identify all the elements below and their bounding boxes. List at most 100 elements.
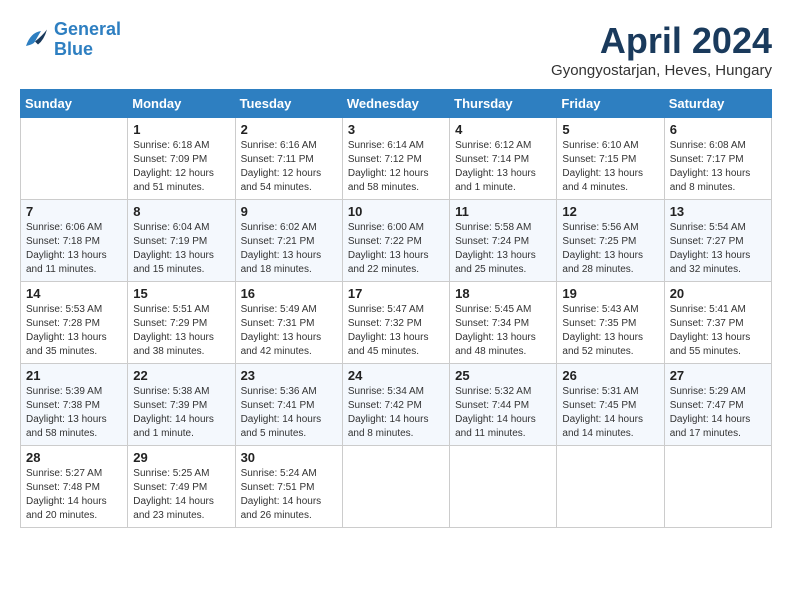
day-info: Sunrise: 5:34 AM Sunset: 7:42 PM Dayligh… <box>348 385 444 441</box>
month-title: April 2024 <box>551 20 772 62</box>
day-info: Sunrise: 5:41 AM Sunset: 7:37 PM Dayligh… <box>670 303 766 359</box>
page-header: General Blue April 2024 Gyongyostarjan, … <box>20 20 772 79</box>
day-info: Sunrise: 5:36 AM Sunset: 7:41 PM Dayligh… <box>241 385 337 441</box>
calendar-cell: 26Sunrise: 5:31 AM Sunset: 7:45 PM Dayli… <box>557 364 664 446</box>
calendar-cell: 1 Sunrise: 6:18 AM Sunset: 7:09 PM Daylig… <box>128 118 235 200</box>
day-info: Sunrise: 6:02 AM Sunset: 7:21 PM Dayligh… <box>241 221 337 277</box>
calendar-cell: 19Sunrise: 5:43 AM Sunset: 7:35 PM Dayli… <box>557 282 664 364</box>
day-number: 28 <box>26 450 122 465</box>
calendar-cell: 12Sunrise: 5:56 AM Sunset: 7:25 PM Dayli… <box>557 200 664 282</box>
day-number: 24 <box>348 368 444 383</box>
calendar-cell: 13Sunrise: 5:54 AM Sunset: 7:27 PM Dayli… <box>664 200 771 282</box>
calendar-cell: 5 Sunrise: 6:10 AM Sunset: 7:15 PM Daylig… <box>557 118 664 200</box>
day-info: Sunrise: 5:54 AM Sunset: 7:27 PM Dayligh… <box>670 221 766 277</box>
weekday-header-saturday: Saturday <box>664 90 771 118</box>
calendar-cell <box>21 118 128 200</box>
day-info: Sunrise: 5:31 AM Sunset: 7:45 PM Dayligh… <box>562 385 658 441</box>
day-number: 25 <box>455 368 551 383</box>
day-number: 23 <box>241 368 337 383</box>
day-info: Sunrise: 5:49 AM Sunset: 7:31 PM Dayligh… <box>241 303 337 359</box>
day-info: Sunrise: 5:58 AM Sunset: 7:24 PM Dayligh… <box>455 221 551 277</box>
weekday-header-thursday: Thursday <box>450 90 557 118</box>
day-number: 14 <box>26 286 122 301</box>
calendar-cell <box>450 446 557 528</box>
weekday-header-friday: Friday <box>557 90 664 118</box>
calendar-week-row: 1 Sunrise: 6:18 AM Sunset: 7:09 PM Daylig… <box>21 118 772 200</box>
day-number: 8 <box>133 204 229 219</box>
weekday-header-monday: Monday <box>128 90 235 118</box>
calendar-cell: 17Sunrise: 5:47 AM Sunset: 7:32 PM Dayli… <box>342 282 449 364</box>
day-info: Sunrise: 5:45 AM Sunset: 7:34 PM Dayligh… <box>455 303 551 359</box>
calendar-cell: 15 Sunrise: 5:51 AM Sunset: 7:29 PM Dayli… <box>128 282 235 364</box>
calendar-cell <box>557 446 664 528</box>
calendar-week-row: 14 Sunrise: 5:53 AM Sunset: 7:28 PM Dayli… <box>21 282 772 364</box>
calendar-cell: 8Sunrise: 6:04 AM Sunset: 7:19 PM Daylig… <box>128 200 235 282</box>
weekday-header-sunday: Sunday <box>21 90 128 118</box>
day-number: 6 <box>670 122 766 137</box>
weekday-header-wednesday: Wednesday <box>342 90 449 118</box>
day-number: 27 <box>670 368 766 383</box>
day-info: Sunrise: 5:39 AM Sunset: 7:38 PM Dayligh… <box>26 385 122 441</box>
calendar-cell: 7Sunrise: 6:06 AM Sunset: 7:18 PM Daylig… <box>21 200 128 282</box>
logo-text: General Blue <box>54 20 121 60</box>
calendar-cell: 22Sunrise: 5:38 AM Sunset: 7:39 PM Dayli… <box>128 364 235 446</box>
day-number: 16 <box>241 286 337 301</box>
logo-bird-icon <box>20 25 50 55</box>
calendar-cell: 10Sunrise: 6:00 AM Sunset: 7:22 PM Dayli… <box>342 200 449 282</box>
day-info: Sunrise: 5:56 AM Sunset: 7:25 PM Dayligh… <box>562 221 658 277</box>
day-number: 30 <box>241 450 337 465</box>
calendar-cell: 9 Sunrise: 6:02 AM Sunset: 7:21 PM Daylig… <box>235 200 342 282</box>
calendar-cell: 21Sunrise: 5:39 AM Sunset: 7:38 PM Dayli… <box>21 364 128 446</box>
calendar-cell: 14 Sunrise: 5:53 AM Sunset: 7:28 PM Dayli… <box>21 282 128 364</box>
location-subtitle: Gyongyostarjan, Heves, Hungary <box>551 62 772 79</box>
calendar-cell: 6 Sunrise: 6:08 AM Sunset: 7:17 PM Daylig… <box>664 118 771 200</box>
calendar-body: 1 Sunrise: 6:18 AM Sunset: 7:09 PM Daylig… <box>21 118 772 528</box>
calendar-cell: 4 Sunrise: 6:12 AM Sunset: 7:14 PM Daylig… <box>450 118 557 200</box>
calendar-cell: 20Sunrise: 5:41 AM Sunset: 7:37 PM Dayli… <box>664 282 771 364</box>
calendar-cell: 25 Sunrise: 5:32 AM Sunset: 7:44 PM Dayli… <box>450 364 557 446</box>
calendar-cell: 3 Sunrise: 6:14 AM Sunset: 7:12 PM Daylig… <box>342 118 449 200</box>
day-number: 15 <box>133 286 229 301</box>
calendar-week-row: 28 Sunrise: 5:27 AM Sunset: 7:48 PM Dayli… <box>21 446 772 528</box>
day-info: Sunrise: 5:47 AM Sunset: 7:32 PM Dayligh… <box>348 303 444 359</box>
day-number: 9 <box>241 204 337 219</box>
day-info: Sunrise: 5:24 AM Sunset: 7:51 PM Dayligh… <box>241 467 337 523</box>
day-info: Sunrise: 5:38 AM Sunset: 7:39 PM Dayligh… <box>133 385 229 441</box>
calendar-week-row: 21Sunrise: 5:39 AM Sunset: 7:38 PM Dayli… <box>21 364 772 446</box>
calendar-table: SundayMondayTuesdayWednesdayThursdayFrid… <box>20 89 772 528</box>
day-info: Sunrise: 5:51 AM Sunset: 7:29 PM Dayligh… <box>133 303 229 359</box>
calendar-week-row: 7Sunrise: 6:06 AM Sunset: 7:18 PM Daylig… <box>21 200 772 282</box>
day-info: Sunrise: 6:18 AM Sunset: 7:09 PM Dayligh… <box>133 139 229 195</box>
day-number: 4 <box>455 122 551 137</box>
calendar-cell: 29Sunrise: 5:25 AM Sunset: 7:49 PM Dayli… <box>128 446 235 528</box>
day-info: Sunrise: 6:12 AM Sunset: 7:14 PM Dayligh… <box>455 139 551 195</box>
day-info: Sunrise: 5:32 AM Sunset: 7:44 PM Dayligh… <box>455 385 551 441</box>
day-number: 1 <box>133 122 229 137</box>
calendar-cell: 18Sunrise: 5:45 AM Sunset: 7:34 PM Dayli… <box>450 282 557 364</box>
calendar-cell: 11 Sunrise: 5:58 AM Sunset: 7:24 PM Dayli… <box>450 200 557 282</box>
day-number: 5 <box>562 122 658 137</box>
day-number: 2 <box>241 122 337 137</box>
day-info: Sunrise: 5:53 AM Sunset: 7:28 PM Dayligh… <box>26 303 122 359</box>
weekday-header-tuesday: Tuesday <box>235 90 342 118</box>
day-number: 3 <box>348 122 444 137</box>
calendar-cell: 27Sunrise: 5:29 AM Sunset: 7:47 PM Dayli… <box>664 364 771 446</box>
day-number: 11 <box>455 204 551 219</box>
calendar-cell: 24 Sunrise: 5:34 AM Sunset: 7:42 PM Dayli… <box>342 364 449 446</box>
day-info: Sunrise: 5:25 AM Sunset: 7:49 PM Dayligh… <box>133 467 229 523</box>
day-info: Sunrise: 5:43 AM Sunset: 7:35 PM Dayligh… <box>562 303 658 359</box>
day-info: Sunrise: 6:10 AM Sunset: 7:15 PM Dayligh… <box>562 139 658 195</box>
day-info: Sunrise: 6:08 AM Sunset: 7:17 PM Dayligh… <box>670 139 766 195</box>
day-info: Sunrise: 6:14 AM Sunset: 7:12 PM Dayligh… <box>348 139 444 195</box>
calendar-cell: 30 Sunrise: 5:24 AM Sunset: 7:51 PM Dayli… <box>235 446 342 528</box>
title-section: April 2024 Gyongyostarjan, Heves, Hungar… <box>551 20 772 79</box>
day-number: 7 <box>26 204 122 219</box>
logo: General Blue <box>20 20 121 60</box>
calendar-cell: 2 Sunrise: 6:16 AM Sunset: 7:11 PM Daylig… <box>235 118 342 200</box>
day-info: Sunrise: 5:27 AM Sunset: 7:48 PM Dayligh… <box>26 467 122 523</box>
day-info: Sunrise: 6:16 AM Sunset: 7:11 PM Dayligh… <box>241 139 337 195</box>
calendar-cell: 23 Sunrise: 5:36 AM Sunset: 7:41 PM Dayli… <box>235 364 342 446</box>
calendar-cell <box>342 446 449 528</box>
day-info: Sunrise: 6:00 AM Sunset: 7:22 PM Dayligh… <box>348 221 444 277</box>
calendar-cell <box>664 446 771 528</box>
